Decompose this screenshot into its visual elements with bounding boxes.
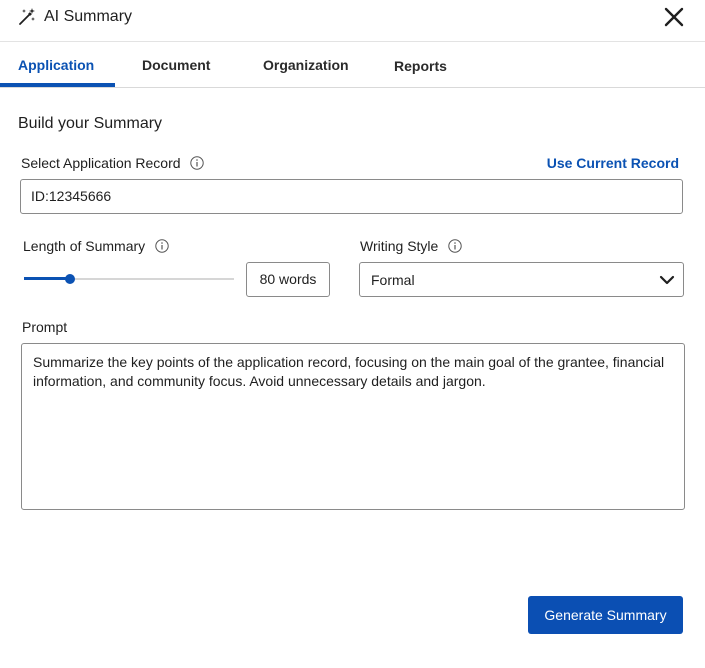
use-current-record-link[interactable]: Use Current Record xyxy=(547,155,679,171)
tab-organization[interactable]: Organization xyxy=(263,57,349,73)
length-value-field[interactable]: 80 words xyxy=(246,262,330,297)
dialog-title: AI Summary xyxy=(44,8,133,25)
length-label: Length of Summary xyxy=(23,238,146,254)
dialog-header: AI Summary xyxy=(0,0,705,42)
tab-document[interactable]: Document xyxy=(142,57,210,73)
prompt-textarea[interactable]: Summarize the key points of the applicat… xyxy=(21,343,685,510)
style-label-group: Writing Style xyxy=(360,238,462,254)
record-label: Select Application Record xyxy=(21,155,181,171)
prompt-label: Prompt xyxy=(22,319,68,335)
length-label-group: Length of Summary xyxy=(23,238,169,254)
tab-application[interactable]: Application xyxy=(18,57,94,73)
slider-fill xyxy=(24,277,70,280)
tab-reports[interactable]: Reports xyxy=(394,58,447,74)
writing-style-select[interactable]: Formal xyxy=(359,262,684,297)
active-tab-indicator xyxy=(0,83,115,87)
tab-bar: Application Document Organization Report… xyxy=(0,43,705,88)
info-icon[interactable] xyxy=(155,239,169,253)
section-title: Build your Summary xyxy=(18,115,163,132)
length-slider[interactable] xyxy=(24,273,234,285)
generate-summary-button[interactable]: Generate Summary xyxy=(528,596,683,634)
record-label-group: Select Application Record xyxy=(21,155,205,171)
writing-style-value: Formal xyxy=(371,272,415,288)
record-id-input[interactable]: ID:12345666 xyxy=(20,179,683,214)
close-icon[interactable] xyxy=(663,6,685,28)
info-icon[interactable] xyxy=(448,239,462,253)
info-icon[interactable] xyxy=(190,156,205,170)
chevron-down-icon xyxy=(659,275,675,285)
slider-thumb[interactable] xyxy=(65,274,75,284)
magic-wand-icon xyxy=(19,8,35,25)
style-label: Writing Style xyxy=(360,238,439,254)
